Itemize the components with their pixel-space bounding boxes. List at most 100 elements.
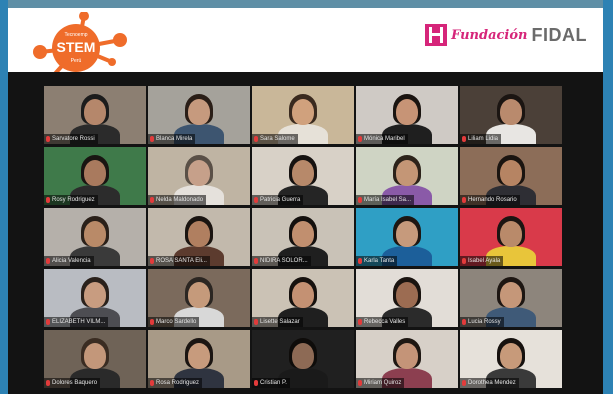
participant-face: [292, 221, 314, 247]
participant-face: [396, 221, 418, 247]
participant-tile[interactable]: Sara Salome: [252, 86, 354, 144]
participant-tile[interactable]: Isabel Ayala: [460, 208, 562, 266]
participant-face: [500, 99, 522, 125]
participant-name-label: NIDIRA SOLOR...: [252, 256, 311, 266]
participant-tile[interactable]: Sarvatore Rossi: [44, 86, 146, 144]
participant-face: [500, 221, 522, 247]
participant-name: Karla Tanta: [364, 258, 395, 264]
fidal-name-text: FIDAL: [531, 24, 587, 45]
muted-mic-icon: [254, 136, 258, 142]
participant-name: Mónica Maribel: [364, 136, 405, 142]
participant-name-label: Hernando Rosario: [460, 195, 520, 205]
participant-face: [292, 282, 314, 308]
participant-name: Rosa Rodriguez: [156, 380, 200, 386]
participant-name-label: ELIZABETH VILM...: [44, 317, 109, 327]
muted-mic-icon: [254, 197, 258, 203]
participant-name-label: Blanca Mirela: [148, 134, 196, 144]
participant-name: Lisette Salazar: [260, 319, 300, 325]
participant-tile[interactable]: Marco Sardello: [148, 269, 250, 327]
muted-mic-icon: [462, 380, 466, 386]
participant-name-label: María Isabel Sa...: [356, 195, 415, 205]
participant-name: Marco Sardello: [156, 319, 197, 325]
event-banner: Tecnoemp STEM Perú Fundación FIDAL: [8, 8, 603, 94]
participant-tile[interactable]: Rosy Rodriguez: [44, 147, 146, 205]
stem-logo-top: Tecnoemp: [64, 32, 87, 38]
participant-name-label: Mónica Maribel: [356, 134, 408, 144]
participant-face: [84, 282, 106, 308]
participant-tile[interactable]: Miriam Quiroz: [356, 330, 458, 388]
participant-tile[interactable]: NIDIRA SOLOR...: [252, 208, 354, 266]
participant-name-label: Lucia Rossy: [460, 317, 504, 327]
participant-tile[interactable]: Rosa Rodriguez: [148, 330, 250, 388]
window-left-frame: [0, 0, 8, 394]
stem-logo-word: STEM: [57, 39, 96, 55]
participant-face: [84, 99, 106, 125]
participant-tile[interactable]: Hernando Rosario: [460, 147, 562, 205]
participant-tile[interactable]: Liliam Lidia: [460, 86, 562, 144]
participant-tile[interactable]: Dolores Baquero: [44, 330, 146, 388]
participant-name: Sara Salome: [260, 136, 295, 142]
participant-tile[interactable]: Dorothea Mendez: [460, 330, 562, 388]
muted-mic-icon: [358, 197, 362, 203]
participant-name: ROSA SANTA Eli...: [156, 258, 207, 264]
participant-name: Nelda Maldonado: [156, 197, 204, 203]
participant-tile[interactable]: Rebecca Valles: [356, 269, 458, 327]
participant-name-label: Karla Tanta: [356, 256, 398, 266]
participant-tile[interactable]: ROSA SANTA Eli...: [148, 208, 250, 266]
participant-name: Dorothea Mendez: [468, 380, 516, 386]
participant-name-label: Liliam Lidia: [460, 134, 502, 144]
muted-mic-icon: [358, 258, 362, 264]
participant-tile[interactable]: Alicia Valencia: [44, 208, 146, 266]
muted-mic-icon: [150, 319, 154, 325]
participant-face: [188, 99, 210, 125]
participant-tile[interactable]: Nelda Maldonado: [148, 147, 250, 205]
participant-tile[interactable]: Blanca Mirela: [148, 86, 250, 144]
participant-name-label: Cristian P.: [252, 378, 290, 388]
stem-logo-bottom: Perú: [71, 58, 82, 64]
participant-name: Alicia Valencia: [52, 258, 91, 264]
participant-name-label: Alicia Valencia: [44, 256, 94, 266]
participant-tile[interactable]: María Isabel Sa...: [356, 147, 458, 205]
participant-name: ELIZABETH VILM...: [52, 319, 106, 325]
window-right-frame: [603, 0, 613, 394]
participant-tile[interactable]: Mónica Maribel: [356, 86, 458, 144]
participant-tile[interactable]: ELIZABETH VILM...: [44, 269, 146, 327]
muted-mic-icon: [46, 380, 50, 386]
participant-name: Hernando Rosario: [468, 197, 517, 203]
participant-tile[interactable]: Lisette Salazar: [252, 269, 354, 327]
participant-tile[interactable]: Karla Tanta: [356, 208, 458, 266]
participant-face: [500, 343, 522, 369]
muted-mic-icon: [358, 380, 362, 386]
participant-tile[interactable]: Patricia Guerra: [252, 147, 354, 205]
fidal-fundacion-text: Fundación: [451, 27, 528, 43]
participant-tile[interactable]: Cristian P.: [252, 330, 354, 388]
participant-face: [396, 282, 418, 308]
participant-name: Rosy Rodriguez: [52, 197, 95, 203]
participant-name: Dolores Baquero: [52, 380, 98, 386]
participant-name-label: ROSA SANTA Eli...: [148, 256, 210, 266]
fidal-logo: Fundación FIDAL: [425, 20, 587, 50]
participant-face: [396, 160, 418, 186]
participant-face: [84, 343, 106, 369]
participant-name-label: Isabel Ayala: [460, 256, 504, 266]
participant-name-label: Nelda Maldonado: [148, 195, 207, 205]
participant-name-label: Rosy Rodriguez: [44, 195, 98, 205]
participant-name-label: Marco Sardello: [148, 317, 200, 327]
muted-mic-icon: [462, 258, 466, 264]
participant-face: [292, 160, 314, 186]
participant-name-label: Lisette Salazar: [252, 317, 303, 327]
muted-mic-icon: [358, 136, 362, 142]
participant-face: [188, 282, 210, 308]
participant-tile[interactable]: Lucia Rossy: [460, 269, 562, 327]
participant-face: [84, 221, 106, 247]
participant-face: [188, 160, 210, 186]
participant-face: [84, 160, 106, 186]
participant-name: Lucia Rossy: [468, 319, 501, 325]
participant-name-label: Miriam Quiroz: [356, 378, 405, 388]
participant-name-label: Sara Salome: [252, 134, 298, 144]
video-gallery-grid: Sarvatore Rossi Blanca Mirela Sara Salome M…: [8, 72, 603, 394]
participant-name: Isabel Ayala: [468, 258, 501, 264]
participant-face: [188, 221, 210, 247]
muted-mic-icon: [254, 380, 258, 386]
muted-mic-icon: [46, 197, 50, 203]
